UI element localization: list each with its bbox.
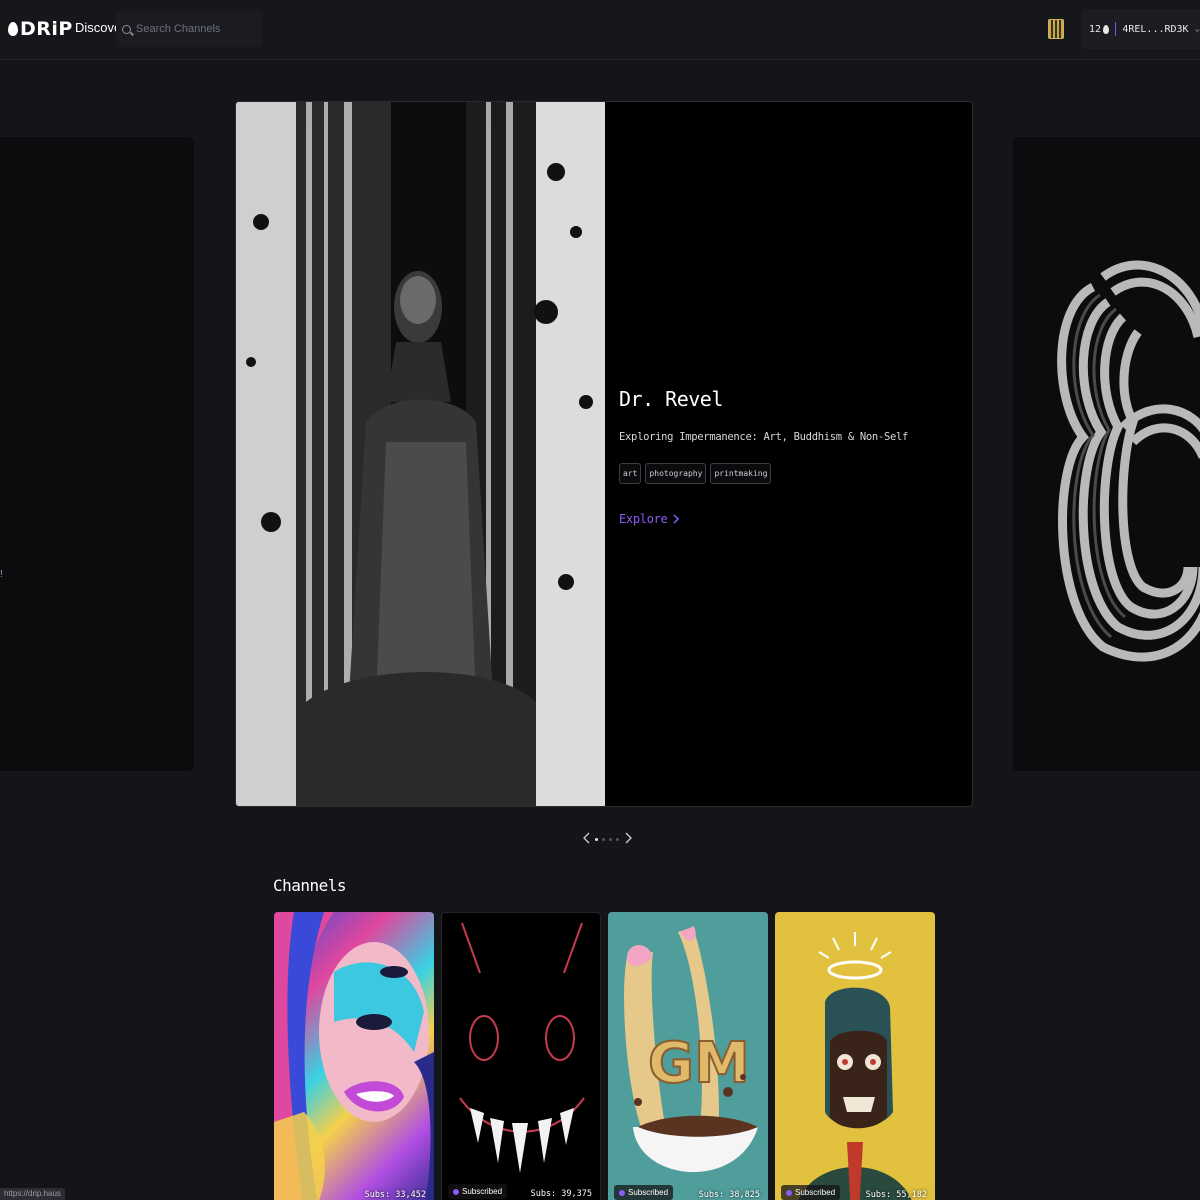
wallet-button[interactable]: 12 4REL...RD3K ⌄ xyxy=(1082,9,1200,49)
subscribed-icon xyxy=(453,1188,459,1195)
status-bar-url: https://drip.haus xyxy=(0,1188,65,1200)
channel-subscriber-count: Subs: 38,825 xyxy=(698,1190,760,1200)
subscribed-badge: Subscribed xyxy=(781,1185,841,1200)
search-icon xyxy=(122,24,131,34)
drop-balance-icon xyxy=(1103,24,1110,34)
search-bar[interactable] xyxy=(116,11,262,47)
featured-channel-title: Dr. Revel xyxy=(619,387,723,411)
channel-card[interactable]: GM Subscribed Subs: 38,825 xyxy=(608,912,768,1200)
tag-art[interactable]: art xyxy=(619,463,642,484)
carousel-prev-button[interactable] xyxy=(581,831,591,847)
rewards-icon[interactable] xyxy=(1048,19,1064,39)
drop-balance-value: 12 xyxy=(1089,23,1102,35)
channel-card[interactable]: Subs: 33,452 xyxy=(274,912,434,1200)
featured-artwork-illustration xyxy=(236,102,605,806)
carousel-dot[interactable] xyxy=(595,837,598,841)
wallet-address: 4REL...RD3K xyxy=(1122,23,1189,35)
carousel-card-next[interactable] xyxy=(1013,137,1200,771)
channel-card[interactable]: Subscribed Subs: 39,375 xyxy=(441,912,601,1200)
chevron-down-icon: ⌄ xyxy=(1194,24,1200,34)
drop-balance: 12 xyxy=(1089,23,1110,35)
featured-artwork xyxy=(236,102,605,806)
subscribed-icon xyxy=(786,1189,792,1196)
channels-section-title: Channels xyxy=(273,876,347,895)
logo-text: DRiP xyxy=(20,18,73,40)
channel-subscriber-count: Subs: 55,182 xyxy=(865,1190,927,1200)
chevron-left-icon xyxy=(582,832,589,844)
carousel-dot[interactable] xyxy=(616,837,619,841)
carousel-controls xyxy=(581,831,633,847)
channel-artwork: GM xyxy=(624,926,758,1173)
featured-channel-card[interactable]: Dr. Revel Exploring Impermanence: Art, B… xyxy=(235,101,973,807)
wallet-avatar xyxy=(1115,22,1117,36)
top-navigation-bar: DRiP Discover 12 4REL...RD3K ⌄ xyxy=(0,0,1200,60)
channel-artwork xyxy=(274,912,434,1200)
channel-subscriber-count: Subs: 33,452 xyxy=(364,1190,426,1200)
carousel-dot[interactable] xyxy=(609,837,612,841)
channel-artwork xyxy=(459,922,585,1173)
svg-text:GM: GM xyxy=(648,1031,750,1096)
carousel-next-button[interactable] xyxy=(623,831,633,847)
chevron-right-icon xyxy=(625,832,632,844)
previous-card-text: ! xyxy=(0,569,3,580)
featured-channel-info: Dr. Revel Exploring Impermanence: Art, B… xyxy=(619,387,959,528)
channel-subscriber-count: Subs: 39,375 xyxy=(530,1189,592,1199)
drop-icon xyxy=(8,22,18,36)
subscribed-badge: Subscribed xyxy=(448,1184,508,1199)
next-card-artwork xyxy=(1057,260,1200,662)
subscribed-label: Subscribed xyxy=(628,1188,669,1197)
tag-photography[interactable]: photography xyxy=(645,463,707,484)
explore-button[interactable]: Explore xyxy=(619,512,680,526)
explore-label: Explore xyxy=(619,512,668,526)
tag-printmaking[interactable]: printmaking xyxy=(710,463,772,484)
drip-logo[interactable]: DRiP xyxy=(8,18,73,40)
channel-card[interactable]: Subscribed Subs: 55,182 xyxy=(775,912,935,1200)
subscribed-badge: Subscribed xyxy=(614,1185,674,1200)
carousel-dot[interactable] xyxy=(602,837,605,841)
subscribed-label: Subscribed xyxy=(462,1187,503,1196)
chevron-right-icon xyxy=(673,514,680,524)
featured-channel-subtitle: Exploring Impermanence: Art, Buddhism & … xyxy=(619,431,909,443)
search-input[interactable] xyxy=(136,23,256,35)
subscribed-icon xyxy=(619,1189,625,1196)
featured-channel-tags: art photography printmaking xyxy=(619,463,959,484)
channel-artwork xyxy=(798,932,912,1200)
carousel-card-previous[interactable]: ! xyxy=(0,137,194,771)
subscribed-label: Subscribed xyxy=(795,1188,836,1197)
